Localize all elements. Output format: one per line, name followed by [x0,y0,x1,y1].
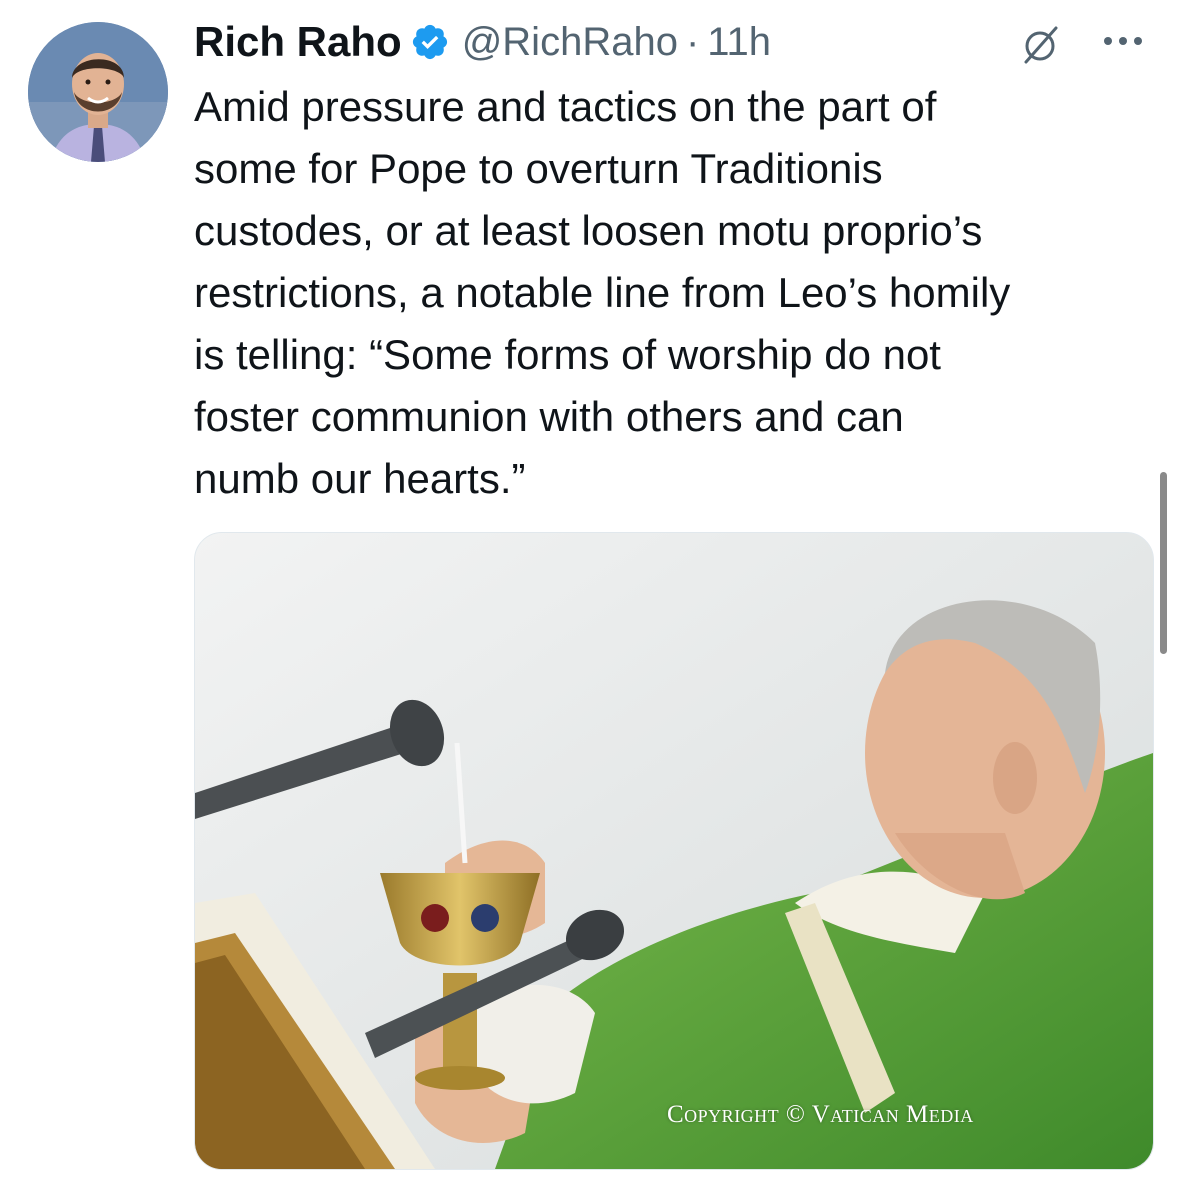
avatar[interactable] [28,22,168,162]
timestamp[interactable]: 11h [707,20,771,65]
scrollbar[interactable] [1160,472,1167,654]
avatar-photo [28,22,168,162]
photo-illustration [195,533,1153,1169]
tweet-photo[interactable]: Copyright © Vatican Media [194,532,1154,1170]
tweet-header: Rich Raho @RichRaho · 11h [194,12,771,72]
photo-watermark: Copyright © Vatican Media [667,1101,974,1128]
verified-badge-icon [412,24,447,60]
more-options-icon[interactable] [1100,30,1146,52]
tweet[interactable]: Rich Raho @RichRaho · 11h Amid pressure … [0,0,1179,1181]
grok-icon[interactable] [1018,22,1062,66]
tweet-text: Amid pressure and tactics on the part of… [194,83,1011,502]
author-name[interactable]: Rich Raho [194,18,402,66]
separator-dot: · [685,19,700,64]
author-handle[interactable]: @RichRaho [462,20,678,65]
